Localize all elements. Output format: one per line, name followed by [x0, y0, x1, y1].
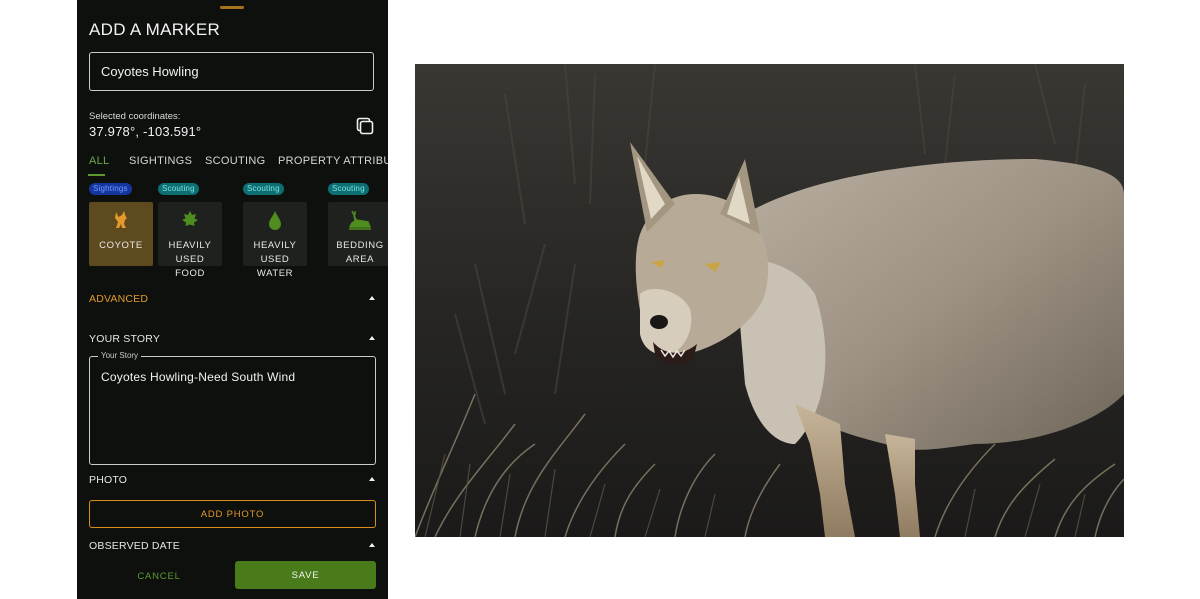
observed-date-section-toggle[interactable]: OBSERVED DATE: [89, 540, 180, 552]
chevron-up-icon[interactable]: [369, 477, 375, 481]
scouting-badge: Scouting: [328, 183, 369, 195]
scouting-badge: Scouting: [158, 183, 199, 195]
marker-label: COYOTE: [99, 240, 143, 251]
copy-icon[interactable]: [355, 116, 375, 136]
save-button[interactable]: SAVE: [235, 561, 376, 589]
photo-section-toggle[interactable]: PHOTO: [89, 474, 127, 486]
active-tab-indicator: [88, 174, 105, 176]
marker-tile-heavily-used-food[interactable]: HEAVILY USED FOOD: [158, 202, 222, 279]
your-story-textarea[interactable]: Your Story Coyotes Howling-Need South Wi…: [89, 351, 376, 465]
coyote-photo: [415, 64, 1124, 537]
your-story-section-toggle[interactable]: YOUR STORY: [89, 333, 160, 345]
story-field-label: Your Story: [98, 351, 142, 360]
chevron-up-icon[interactable]: [369, 336, 375, 340]
tab-scouting[interactable]: SCOUTING: [205, 155, 265, 167]
sightings-badge: Sightings: [89, 183, 132, 195]
coyote-icon: [110, 209, 132, 231]
story-text: Coyotes Howling-Need South Wind: [101, 370, 296, 384]
panel-title: ADD A MARKER: [89, 20, 221, 39]
add-marker-panel: ADD A MARKER Coyotes Howling Selected co…: [77, 0, 388, 599]
scouting-badge: Scouting: [243, 183, 284, 195]
add-photo-button[interactable]: ADD PHOTO: [89, 500, 376, 528]
advanced-section-toggle[interactable]: ADVANCED: [89, 293, 148, 305]
marker-tile-heavily-used-water[interactable]: HEAVILY USED WATER: [243, 202, 307, 279]
tab-property-attribute[interactable]: PROPERTY ATTRIBUTE: [278, 155, 388, 167]
tab-all[interactable]: ALL: [89, 155, 109, 167]
drag-handle[interactable]: [220, 6, 244, 9]
marker-label: HEAVILY USED FOOD: [168, 240, 212, 279]
cancel-button[interactable]: CANCEL: [99, 566, 219, 586]
chevron-up-icon[interactable]: [369, 543, 375, 547]
marker-tile-bedding-area[interactable]: BEDDING AREA: [328, 202, 388, 266]
coyote-photo-illustration: [415, 64, 1124, 537]
marker-tile-coyote[interactable]: COYOTE: [89, 202, 153, 266]
marker-name-input[interactable]: Coyotes Howling: [89, 52, 374, 91]
coordinates-label: Selected coordinates:: [89, 111, 181, 122]
marker-label: HEAVILY USED WATER: [253, 240, 297, 279]
bedding-deer-icon: [348, 209, 372, 231]
coordinates-value: 37.978°, -103.591°: [89, 124, 202, 139]
tab-sightings[interactable]: SIGHTINGS: [129, 155, 192, 167]
marker-label: BEDDING AREA: [336, 240, 384, 265]
leaf-icon: [179, 209, 201, 231]
chevron-up-icon[interactable]: [369, 296, 375, 300]
water-drop-icon: [264, 209, 286, 231]
category-tabs: ALL SIGHTINGS SCOUTING PROPERTY ATTRIBUT…: [77, 150, 388, 176]
